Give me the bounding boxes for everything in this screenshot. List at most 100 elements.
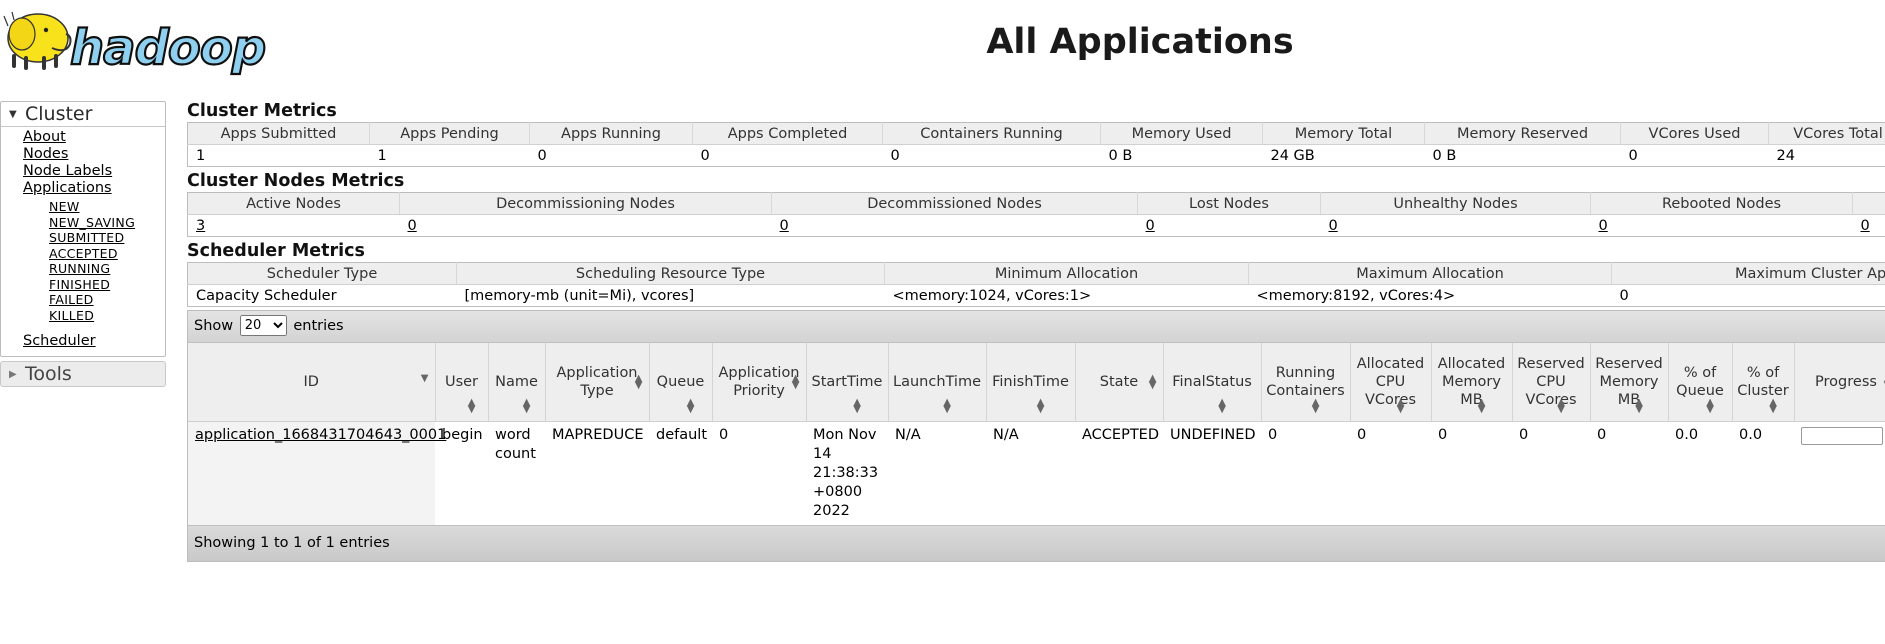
cluster-nav-header[interactable]: ▼ Cluster — [1, 102, 165, 127]
nav-state-failed-link[interactable]: FAILED — [49, 292, 94, 307]
col-header-reserved-memory[interactable]: Reserved Memory MB ▲ ▼ — [1590, 343, 1669, 422]
col-header-allocated-vcores[interactable]: Allocated CPU VCores ▲ ▼ — [1350, 343, 1432, 422]
sidebar: ▼ Cluster About Nodes Node Labels Applica… — [0, 101, 166, 387]
col-header-finish-time[interactable]: FinishTime ▲ ▼ — [986, 343, 1076, 422]
nav-state-finished-link[interactable]: FINISHED — [49, 277, 110, 292]
sort-both-icon: ▲▼ — [791, 373, 800, 391]
sort-desc-icon: ▼ — [420, 373, 429, 384]
entries-label: entries — [293, 318, 344, 334]
hadoop-logo[interactable]: hadoop — [0, 4, 295, 80]
nav-state-killed-link[interactable]: KILLED — [49, 308, 94, 323]
logo-wordmark: hadoop — [70, 20, 265, 76]
col-header-user[interactable]: User ▲ ▼ — [435, 343, 489, 422]
col-header-final-status[interactable]: FinalStatus ▲ ▼ — [1163, 343, 1262, 422]
sort-both-icon: ▲▼ — [1706, 397, 1714, 415]
col-header-priority[interactable]: Application Priority ▲ ▼ — [712, 343, 807, 422]
apps-table-wrapper: Show 10 20 50 100 entries ID▼ User▲▼ Nam… — [187, 310, 1885, 562]
nav-scheduler-link[interactable]: Scheduler — [23, 333, 96, 349]
elephant-icon — [3, 11, 72, 70]
tools-nav-header[interactable]: ▶ Tools — [0, 361, 166, 387]
nm-decommissioning-nodes-link[interactable]: 0 — [408, 218, 417, 234]
sm-value-max-priority: 0 — [1619, 287, 1629, 304]
scheduler-metrics-table: Scheduler Type Scheduling Resource Type … — [187, 262, 1885, 307]
sm-header-scheduler-type: Scheduler Type — [187, 262, 457, 285]
col-header-state[interactable]: State ▲ ▼ — [1075, 343, 1164, 422]
cm-value-apps-submitted: 1 — [196, 147, 206, 164]
sort-both-icon: ▲▼ — [1769, 397, 1777, 415]
nav-about-link[interactable]: About — [23, 129, 66, 145]
apps-table-info: Showing 1 to 1 of 1 entries — [188, 525, 1885, 561]
col-header-pct-queue[interactable]: % of Queue ▲ ▼ — [1668, 343, 1733, 422]
cell-pct-queue: 0.0 — [1668, 421, 1732, 525]
cm-header-memory-total: Memory Total — [1262, 122, 1425, 145]
col-header-allocated-memory[interactable]: Allocated Memory MB ▲ ▼ — [1431, 343, 1513, 422]
col-header-id[interactable]: ID ▼ — [188, 343, 436, 422]
cm-value-memory-reserved: 0 B — [1432, 147, 1457, 164]
sort-both-icon: ▲▼ — [686, 397, 695, 415]
nav-state-accepted-link[interactable]: ACCEPTED — [49, 246, 118, 261]
col-header-launch-time[interactable]: LaunchTime ▲ ▼ — [888, 343, 987, 422]
col-header-reserved-vcores[interactable]: Reserved CPU VCores ▲ ▼ — [1512, 343, 1591, 422]
nm-rebooted-nodes-link[interactable]: 0 — [1599, 218, 1608, 234]
nm-unhealthy-nodes-link[interactable]: 0 — [1329, 218, 1338, 234]
triangle-right-icon: ▶ — [9, 369, 17, 380]
nm-more-link[interactable]: 0 — [1861, 218, 1870, 234]
cell-user: begin — [435, 421, 488, 525]
nodes-metrics-table: Active Nodes Decommissioning Nodes Decom… — [187, 192, 1885, 237]
sort-both-icon: ▲▼ — [634, 373, 643, 391]
nav-node-labels-link[interactable]: Node Labels — [23, 163, 112, 179]
page-size-select[interactable]: 10 20 50 100 — [239, 315, 287, 336]
col-header-name[interactable]: Name ▲ ▼ — [488, 343, 546, 422]
cluster-metrics-title: Cluster Metrics — [187, 101, 337, 121]
cm-header-apps-completed: Apps Completed — [692, 122, 883, 145]
col-header-pct-cluster[interactable]: % of Cluster ▲ ▼ — [1732, 343, 1795, 422]
page-title: All Applications — [986, 22, 1294, 62]
sort-both-icon: ▲▼ — [467, 397, 476, 415]
sm-header-min-allocation: Minimum Allocation — [884, 262, 1249, 285]
nm-lost-nodes-link[interactable]: 0 — [1146, 218, 1155, 234]
nav-applications-link[interactable]: Applications — [23, 180, 112, 196]
nm-header-unhealthy-nodes: Unhealthy Nodes — [1320, 192, 1591, 215]
nav-nodes-link[interactable]: Nodes — [23, 146, 68, 162]
cm-header-memory-reserved: Memory Reserved — [1424, 122, 1621, 145]
cell-progress — [1794, 421, 1885, 525]
cell-reserved-memory: 0 — [1590, 421, 1668, 525]
cm-value-memory-used: 0 B — [1108, 147, 1133, 164]
nav-state-submitted-link[interactable]: SUBMITTED — [49, 230, 124, 245]
sort-both-icon: ▲▼ — [1311, 397, 1320, 415]
col-header-start-time[interactable]: StartTime ▲ ▼ — [806, 343, 889, 422]
nav-state-new-link[interactable]: NEW — [49, 199, 80, 214]
cm-value-containers-running: 0 — [890, 147, 900, 164]
sort-both-icon: ▲▼ — [1396, 397, 1405, 415]
show-label: Show — [194, 318, 234, 334]
scheduler-metrics-title: Scheduler Metrics — [187, 241, 365, 261]
cell-launch-time: N/A — [888, 421, 986, 525]
cm-value-apps-pending: 1 — [377, 147, 387, 164]
nm-header-lost-nodes: Lost Nodes — [1137, 192, 1321, 215]
application-id-link[interactable]: application_1668431704643_0001 — [195, 427, 446, 443]
nav-state-running-link[interactable]: RUNNING — [49, 261, 110, 276]
col-header-app-type[interactable]: Application Type ▲ ▼ — [545, 343, 650, 422]
cluster-metrics-table: Apps Submitted Apps Pending Apps Running… — [187, 122, 1885, 167]
col-header-queue[interactable]: Queue ▲ ▼ — [649, 343, 713, 422]
cm-header-vcores-total: VCores Total — [1768, 122, 1885, 145]
tools-nav-label: Tools — [25, 363, 72, 385]
sort-both-icon: ▲▼ — [1477, 397, 1486, 415]
cm-header-apps-running: Apps Running — [529, 122, 693, 145]
col-header-running-containers[interactable]: Running Containers ▲ ▼ — [1261, 343, 1351, 422]
sm-value-max-allocation: <memory:8192, vCores:4> — [1256, 287, 1456, 304]
sm-header-max-allocation: Maximum Allocation — [1248, 262, 1612, 285]
nav-state-new-saving-link[interactable]: NEW_SAVING — [49, 215, 135, 230]
nm-header-decommissioned-nodes: Decommissioned Nodes — [771, 192, 1138, 215]
cell-queue: default — [649, 421, 712, 525]
cm-header-apps-pending: Apps Pending — [369, 122, 530, 145]
sort-both-icon: ▲▼ — [522, 397, 531, 415]
sm-value-resource-type: [memory-mb (unit=Mi), vcores] — [464, 287, 695, 304]
nm-header-more — [1852, 192, 1885, 215]
cm-value-apps-completed: 0 — [700, 147, 710, 164]
nm-active-nodes-link[interactable]: 3 — [196, 218, 205, 234]
nm-decommissioned-nodes-link[interactable]: 0 — [780, 218, 789, 234]
cm-value-memory-total: 24 GB — [1270, 147, 1315, 164]
cm-value-apps-running: 0 — [537, 147, 547, 164]
col-header-progress[interactable]: Progress▲▼ — [1794, 343, 1885, 422]
